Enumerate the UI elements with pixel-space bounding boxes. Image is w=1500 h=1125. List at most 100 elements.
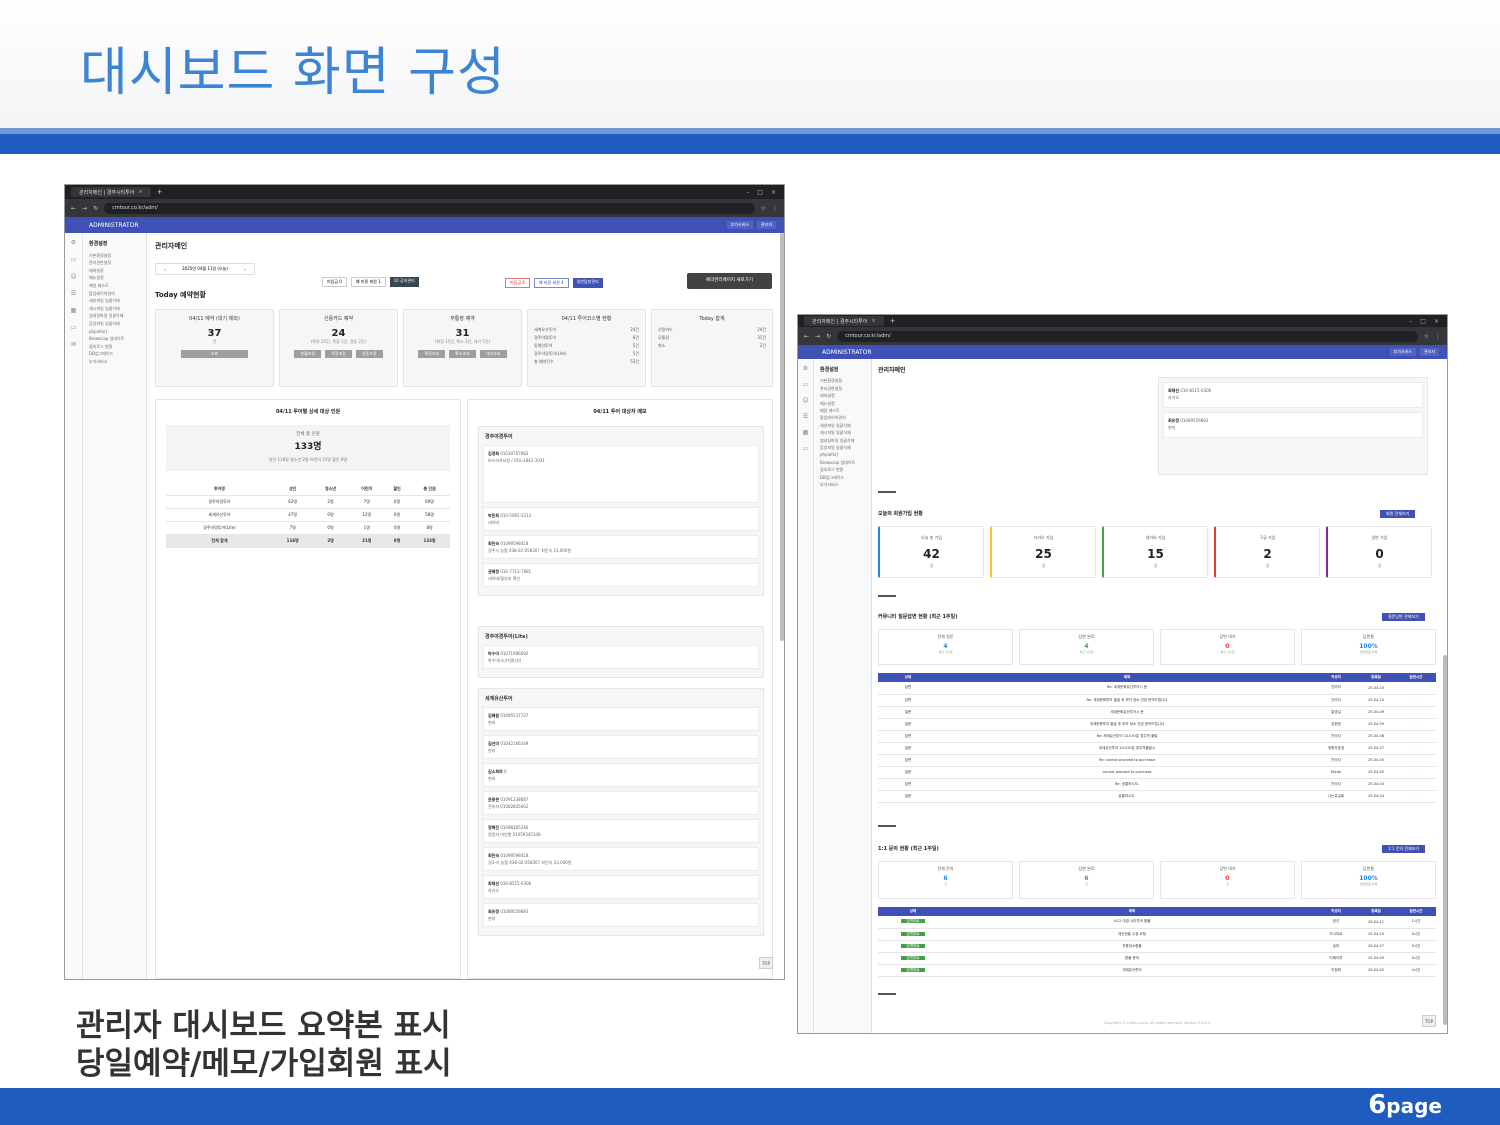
sidebar-item[interactable]: DB업그레이드 (89, 350, 124, 358)
chevron-left-icon[interactable]: ‹ (164, 267, 166, 272)
maximize-icon[interactable]: □ (757, 189, 763, 196)
sidebar-item[interactable]: 캐시파일 일괄삭제 (820, 429, 855, 436)
close-icon[interactable]: × (871, 318, 875, 324)
minimize-icon[interactable]: – (746, 189, 749, 196)
folder-icon[interactable]: ▭ (803, 381, 809, 388)
card-button[interactable]: 경동조정 (355, 350, 383, 358)
card-button[interactable]: 현황조정 (294, 350, 322, 358)
table-row[interactable]: 질문 세계문화투어 출발 후 하차 장소 관련 문의드립니다 김현정 25-04-09… (878, 718, 1436, 731)
reservation-page-button[interactable]: 예약관리페이지 새로가기 (687, 273, 772, 289)
table-row[interactable]: 답변완료 계산된을 수정 요청 초시미로 25-04-10 0시간 (878, 928, 1436, 941)
back-icon[interactable]: ← (804, 333, 809, 340)
table-row[interactable]: 질문 cannot proceed to purchase Micah 25-04-0… (878, 766, 1436, 779)
table-row[interactable]: 답변 Re: 공룡하시오. 관리자 25-04-04- (878, 778, 1436, 791)
admin-button[interactable]: 관리자 (1419, 348, 1439, 356)
new-tab-icon[interactable]: + (157, 188, 163, 196)
sidebar-item[interactable]: 메일 테스트 (820, 407, 855, 414)
menu-icon[interactable]: ⋮ (1435, 333, 1441, 340)
table-row[interactable]: 답변 Re: 세계문화투어 출발 후 하차 장소 관련 문의드립니다 관리자 25-0… (878, 694, 1436, 707)
signup-all-button[interactable]: 회원 전체보기 (1380, 510, 1416, 518)
browser-tab[interactable]: 관리자메인 | 경주시티투어 × (804, 316, 884, 326)
browser-tab[interactable]: 관리자메인 | 경주시티투어 × (71, 187, 151, 197)
table-row[interactable]: 질문 세계유산투어 10시30분 경주역출발시 위험자호경 25-04-07- (878, 742, 1436, 755)
sidebar-item[interactable]: 음성파일 일괄삭제 (820, 444, 855, 451)
lookup-button[interactable]: 조회 (180, 350, 249, 358)
reload-icon[interactable]: ↻ (826, 333, 831, 340)
star-icon[interactable]: ☆ (1424, 333, 1429, 340)
gear-icon[interactable]: ⚙ (71, 239, 76, 246)
qa-all-button[interactable]: 질문답변 전체보기 (1382, 613, 1425, 621)
inquiry-all-button[interactable]: 1:1 문의 전체보기 (1382, 845, 1426, 853)
url-field[interactable]: cmtour.co.kr/adm/ (837, 330, 1418, 342)
sidebar-item[interactable]: 메일 테스트 (89, 282, 124, 290)
sidebar-item[interactable]: 기본환경설정 (820, 377, 855, 384)
member-button[interactable]: 예 미용 회원 1 (350, 277, 386, 287)
folder-icon[interactable]: ▭ (71, 256, 77, 263)
sidebar-item[interactable]: 팝업레이어관리 (89, 290, 124, 298)
card-button[interactable]: 확소조회 (449, 350, 476, 358)
sidebar-item[interactable]: Browscap 업데이트 (820, 459, 855, 466)
table-row[interactable]: 답변 Re: cannot proceed to purchase 관리자 25-04… (878, 754, 1436, 767)
close-window-icon[interactable]: × (771, 189, 776, 196)
sidebar-item[interactable]: 관리권한설정 (820, 385, 855, 392)
scrollbar[interactable] (1443, 655, 1447, 1025)
sidebar-item[interactable]: 접속로그 변환 (89, 343, 124, 351)
addon-button[interactable]: 부가서비스 (726, 221, 753, 229)
sidebar-item[interactable]: 캐시파일 일괄삭제 (89, 305, 124, 313)
sidebar-item[interactable]: 기본환경설정 (89, 252, 124, 260)
folder-icon[interactable]: ▭ (71, 324, 77, 331)
list-icon[interactable]: ☰ (803, 413, 808, 420)
notice-button[interactable]: 10 공지관리 (389, 277, 419, 287)
sidebar-item[interactable]: 접속로그 변환 (820, 466, 855, 473)
board-icon[interactable]: ▦ (71, 307, 77, 314)
sidebar-item[interactable]: 관리권한설정 (89, 259, 124, 267)
chevron-right-icon[interactable]: › (244, 267, 246, 272)
table-row[interactable]: 질문 세계문화유산투어시 문 홍영실 25-04-09- (878, 706, 1436, 719)
close-icon[interactable]: × (138, 189, 142, 195)
addon-button[interactable]: 부가서비스 (1389, 348, 1416, 356)
folder-icon[interactable]: ▭ (803, 445, 809, 452)
user-icon[interactable]: ☺ (70, 273, 76, 280)
user-icon[interactable]: ☺ (802, 397, 808, 404)
sidebar-item[interactable]: 부가서비스 (820, 481, 855, 488)
admin-button[interactable]: 관리자 (756, 221, 776, 229)
minimize-icon[interactable]: – (1409, 318, 1412, 325)
sidebar-item[interactable]: 메뉴설정 (89, 274, 124, 282)
forward-icon[interactable]: → (815, 333, 820, 340)
table-row[interactable]: 답변완료 부용취소환불 송미 25-04-07 5시간 (878, 940, 1436, 953)
board-icon[interactable]: ▦ (803, 429, 809, 436)
top-button[interactable]: TOP (759, 957, 773, 969)
star-icon[interactable]: ☆ (761, 205, 766, 212)
sidebar-item[interactable]: 팝업레이어관리 (820, 414, 855, 421)
sidebar-item[interactable]: 테마설정 (820, 392, 855, 399)
card-button[interactable]: 대기조회 (479, 350, 507, 358)
table-row[interactable]: 답변완료 세계유산투어 이정화 25-04-05 4시간 (878, 964, 1436, 977)
back-icon[interactable]: ← (71, 205, 76, 212)
maximize-icon[interactable]: □ (1420, 318, 1426, 325)
mail-icon[interactable]: ✉ (71, 341, 76, 348)
sidebar-item[interactable]: 썸네일파일 일괄삭제 (89, 312, 124, 320)
list-icon[interactable]: ☰ (71, 290, 76, 297)
sidebar-item[interactable]: DB업그레이드 (820, 474, 855, 481)
card-button[interactable]: 폭정조정 (325, 350, 352, 358)
sidebar-item[interactable]: Browscap 업데이트 (89, 335, 124, 343)
sidebar-item[interactable]: 메뉴설정 (820, 400, 855, 407)
close-window-icon[interactable]: × (1434, 318, 1439, 325)
table-row[interactable]: 답변완료 4/12 야경 시티투어 환불 호선 25-04-11 1시간 (878, 916, 1436, 929)
sidebar-item[interactable]: 세션파일 일괄삭제 (820, 422, 855, 429)
sidebar-item[interactable]: 부가서비스 (89, 358, 124, 366)
sidebar-item[interactable]: 테마설정 (89, 267, 124, 275)
card-button[interactable]: 확정조회 (418, 350, 446, 358)
sidebar-item[interactable]: 음성파일 일괄삭제 (89, 320, 124, 328)
sidebar-item[interactable]: phpinfo() (89, 328, 124, 336)
table-row[interactable]: 답변 Re: 세계문화유산투어시 문 관리자 25-04-10- (878, 682, 1436, 695)
new-tab-icon[interactable]: + (890, 317, 896, 325)
gear-icon[interactable]: ⚙ (803, 365, 808, 372)
scrollbar[interactable] (780, 233, 784, 641)
table-row[interactable]: 질문 공룡하시오. 나는유실회 25-04-04- (878, 790, 1436, 803)
reload-icon[interactable]: ↻ (93, 205, 98, 212)
menu-icon[interactable]: ⋮ (772, 205, 778, 212)
top-button[interactable]: TOP (1422, 1015, 1436, 1027)
sidebar-item[interactable]: 썸네일파일 일괄삭제 (820, 437, 855, 444)
unpaid-button[interactable]: 미입금 0 (322, 277, 347, 287)
